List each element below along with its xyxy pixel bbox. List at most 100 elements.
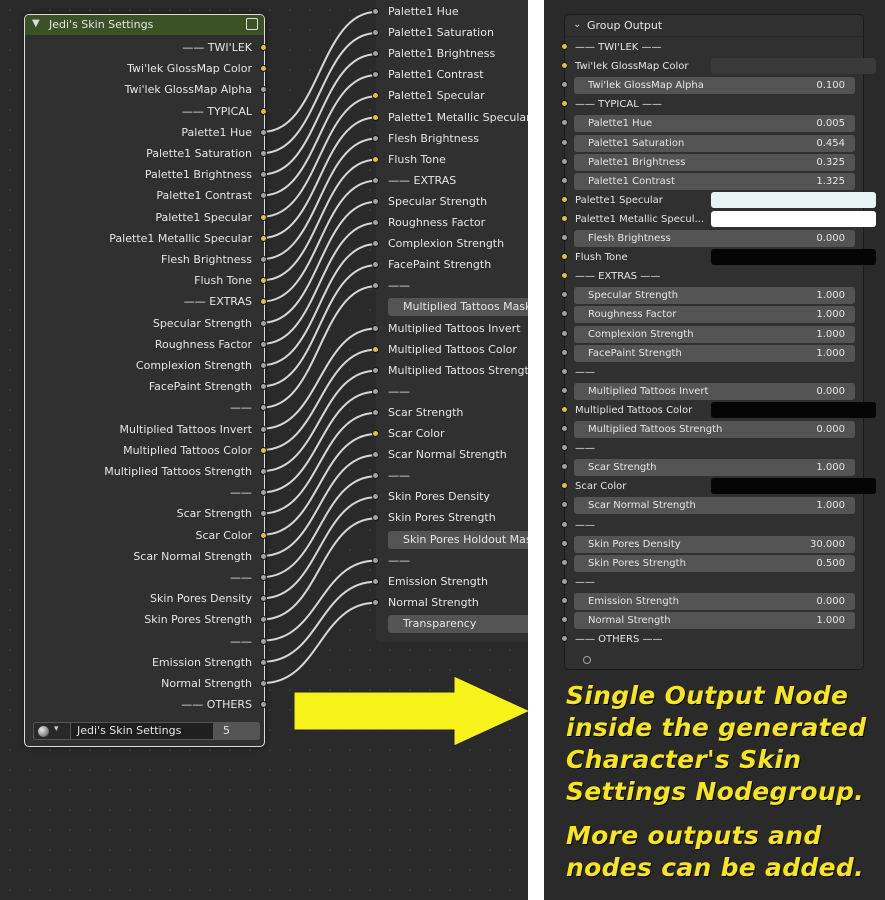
color-swatch-multiplied-tattoos-color[interactable]: [711, 401, 876, 418]
output-socket-flesh-brightness[interactable]: [260, 256, 267, 263]
input-socket-palette1-saturation[interactable]: [372, 29, 379, 37]
output-socket-normal-strength[interactable]: [260, 680, 267, 687]
input-socket-facepaint-strength[interactable]: [372, 261, 379, 269]
group-input-socket-palette1-specular[interactable]: [561, 195, 568, 203]
group-input-socket-scar-color[interactable]: [561, 482, 568, 490]
input-socket-separator[interactable]: [372, 387, 379, 395]
input-socket-palette1-hue[interactable]: [372, 8, 379, 15]
group-input-socket-twi-lek-glossmap-color[interactable]: [561, 62, 568, 70]
value-field-emission-strength[interactable]: Emission Strength 0.000: [574, 592, 855, 610]
input-socket-extras[interactable]: [372, 176, 379, 184]
empty-input-socket[interactable]: [583, 656, 591, 664]
group-input-socket-separator[interactable]: [561, 520, 568, 528]
output-socket-complexion-strength[interactable]: [260, 362, 267, 369]
value-field-palette1-hue[interactable]: Palette1 Hue 0.005: [574, 115, 855, 133]
wire[interactable]: [262, 454, 377, 557]
group-input-socket-twi-lek[interactable]: [561, 43, 568, 50]
color-swatch-flush-tone[interactable]: [711, 249, 876, 266]
group-input-socket-multiplied-tattoos-color[interactable]: [561, 405, 568, 413]
wire[interactable]: [262, 433, 377, 536]
input-socket-skin-pores-density[interactable]: [372, 493, 379, 501]
group-input-socket-palette1-hue[interactable]: [561, 119, 568, 127]
input-socket-separator[interactable]: [372, 472, 379, 480]
group-input-socket-skin-pores-density[interactable]: [561, 539, 568, 547]
input-socket-normal-strength[interactable]: [372, 598, 379, 606]
value-field-roughness-factor[interactable]: Roughness Factor 1.000: [574, 306, 855, 324]
output-socket-roughness-factor[interactable]: [260, 340, 267, 348]
value-field-palette1-saturation[interactable]: Palette1 Saturation 0.454: [574, 134, 855, 152]
group-output-node[interactable]: ⌄ Group Output —— TWI'LEK —— Twi'lek Glos…: [561, 14, 876, 670]
group-input-socket-roughness-factor[interactable]: [561, 310, 568, 318]
input-socket-scar-strength[interactable]: [372, 408, 379, 416]
input-socket-palette1-specular[interactable]: [372, 92, 379, 100]
collapse-chevron-icon[interactable]: ▼: [32, 18, 40, 29]
output-socket-separator[interactable]: [260, 637, 267, 645]
input-socket-flush-tone[interactable]: [372, 155, 379, 163]
group-input-socket-twi-lek-glossmap-alpha[interactable]: [561, 81, 568, 89]
input-socket-scar-color[interactable]: [372, 430, 379, 437]
input-socket-complexion-strength[interactable]: [372, 240, 379, 248]
value-field-palette1-brightness[interactable]: Palette1 Brightness 0.325: [574, 153, 855, 171]
output-socket-multiplied-tattoos-color[interactable]: [260, 446, 267, 454]
input-socket-scar-normal-strength[interactable]: [372, 451, 379, 459]
input-socket-palette1-metallic-specular[interactable]: [372, 113, 379, 121]
wire[interactable]: [262, 475, 377, 578]
output-socket-twi-lek[interactable]: [260, 44, 267, 51]
output-socket-typical[interactable]: [260, 107, 267, 115]
value-field-multiplied-tattoos-invert[interactable]: Multiplied Tattoos Invert 0.000: [574, 382, 855, 400]
group-input-socket-normal-strength[interactable]: [561, 616, 568, 623]
wire[interactable]: [262, 327, 377, 430]
group-input-socket-separator[interactable]: [561, 367, 568, 375]
output-socket-palette1-saturation[interactable]: [260, 150, 267, 157]
wire[interactable]: [262, 369, 377, 472]
output-socket-palette1-specular[interactable]: [260, 213, 267, 221]
value-field-palette1-contrast[interactable]: Palette1 Contrast 1.325: [574, 172, 855, 190]
value-field-multiplied-tattoos-strength[interactable]: Multiplied Tattoos Strength 0.000: [574, 421, 855, 438]
wire[interactable]: [262, 411, 377, 515]
value-field-specular-strength[interactable]: Specular Strength 1.000: [574, 287, 855, 305]
input-field-transparency[interactable]: Transparency: [388, 614, 528, 633]
group-input-socket-palette1-contrast[interactable]: [561, 176, 568, 184]
group-input-socket-multiplied-tattoos-strength[interactable]: [561, 425, 568, 432]
group-input-socket-typical[interactable]: [561, 100, 568, 108]
group-input-socket-flesh-brightness[interactable]: [561, 234, 568, 241]
value-field-normal-strength[interactable]: Normal Strength 1.000: [574, 612, 855, 629]
input-socket-flesh-brightness[interactable]: [372, 134, 379, 142]
input-socket-separator[interactable]: [372, 282, 379, 290]
group-input-socket-multiplied-tattoos-invert[interactable]: [561, 386, 568, 394]
node-editor-left[interactable]: ▼ Jedi's Skin Settings —— TWI'LEK Twi'lek…: [0, 0, 528, 900]
value-field-facepaint-strength[interactable]: FacePaint Strength 1.000: [574, 344, 855, 362]
group-input-socket-separator[interactable]: [561, 444, 568, 452]
group-input-socket-flush-tone[interactable]: [561, 253, 568, 261]
nodegroup-name-field[interactable]: Jedi's Skin Settings: [71, 722, 213, 740]
group-input-socket-emission-strength[interactable]: [561, 596, 568, 604]
output-socket-multiplied-tattoos-strength[interactable]: [260, 468, 267, 475]
output-socket-palette1-metallic-specular[interactable]: [260, 234, 267, 242]
output-socket-multiplied-tattoos-invert[interactable]: [260, 425, 267, 433]
wire[interactable]: [262, 496, 377, 600]
value-field-twi-lek-glossmap-alpha[interactable]: Twi'lek GlossMap Alpha 0.100: [574, 77, 855, 95]
input-socket-specular-strength[interactable]: [372, 197, 379, 205]
color-swatch-palette1-specular[interactable]: [711, 191, 876, 208]
user-count-button[interactable]: 5: [213, 722, 240, 740]
input-socket-palette1-contrast[interactable]: [372, 71, 379, 79]
input-socket-multiplied-tattoos-invert[interactable]: [372, 324, 379, 332]
input-field-skin-pores-holdout-mask[interactable]: Skin Pores Holdout Mask: [388, 530, 528, 549]
input-socket-palette1-brightness[interactable]: [372, 50, 379, 58]
fake-user-shield-icon[interactable]: [240, 722, 260, 740]
group-input-socket-complexion-strength[interactable]: [561, 329, 568, 337]
group-input-socket-palette1-metallic-specul[interactable]: [561, 214, 568, 222]
wire[interactable]: [262, 390, 377, 494]
output-socket-emission-strength[interactable]: [260, 658, 267, 666]
chevron-down-icon[interactable]: ⌄: [573, 19, 581, 30]
input-socket-roughness-factor[interactable]: [372, 219, 379, 226]
output-socket-palette1-hue[interactable]: [260, 128, 267, 136]
group-input-socket-skin-pores-strength[interactable]: [561, 558, 568, 566]
input-socket-multiplied-tattoos-color[interactable]: [372, 345, 379, 353]
color-swatch-palette1-metallic-specul[interactable]: [711, 210, 876, 227]
group-input-socket-facepaint-strength[interactable]: [561, 348, 568, 356]
output-socket-separator[interactable]: [260, 574, 267, 581]
input-field-multiplied-tattoos-mask[interactable]: Multiplied Tattoos Mask: [388, 298, 528, 317]
color-swatch-scar-color[interactable]: [711, 478, 876, 495]
input-socket-skin-pores-strength[interactable]: [372, 514, 379, 522]
